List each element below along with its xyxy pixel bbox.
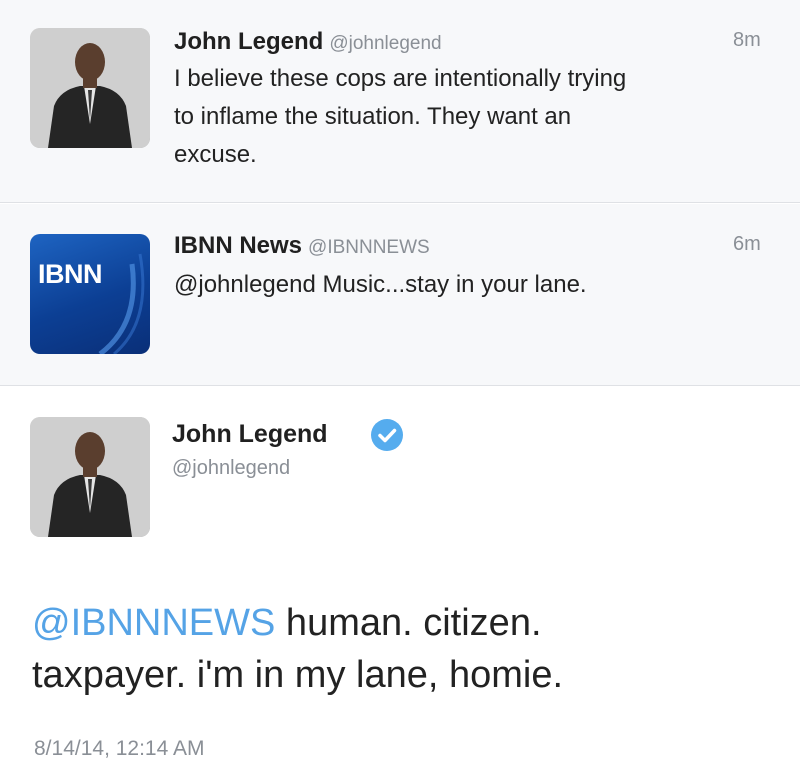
verified-badge-icon — [371, 419, 403, 451]
avatar[interactable] — [30, 417, 150, 537]
author-handle[interactable]: @johnlegend — [329, 33, 441, 54]
detail-author-name[interactable]: John Legend — [172, 420, 328, 449]
tweet-text: @johnlegend Music...stay in your lane. — [174, 271, 587, 298]
detail-text-line: taxpayer. i'm in my lane, homie. — [32, 654, 564, 696]
person-photo-icon — [30, 28, 150, 148]
tweet-text: I believe these cops are intentionally t… — [174, 60, 626, 174]
avatar[interactable] — [30, 28, 150, 148]
tweet-john-legend[interactable]: John Legend @johnlegend 8m I believe thes… — [0, 0, 800, 203]
tweet-author[interactable]: IBNN News @IBNNNEWS — [174, 232, 430, 260]
tweet-author[interactable]: John Legend @johnlegend — [174, 28, 442, 56]
detail-author-handle[interactable]: @johnlegend — [172, 457, 290, 480]
detail-tweet-text: @IBNNNEWS human. citizen. taxpayer. i'm … — [32, 597, 563, 701]
detail-text-line: @IBNNNEWS human. citizen. — [32, 597, 563, 649]
logo-swoosh-icon — [98, 253, 145, 354]
tweet-time: 8m — [733, 29, 761, 51]
tweet-text-line: I believe these cops are intentionally t… — [174, 65, 627, 92]
tweet-time: 6m — [733, 233, 761, 255]
person-photo-icon — [30, 417, 150, 537]
tweet-ibnn-news[interactable]: IBNN IBNN News @IBNNNEWS 6m @johnlegend M… — [0, 204, 800, 386]
ibnn-logo-avatar[interactable]: IBNN — [30, 234, 150, 354]
logo-text: IBNN — [38, 259, 103, 289]
author-name[interactable]: John Legend — [174, 28, 323, 55]
tweet-text-line: excuse. — [174, 141, 257, 168]
author-name[interactable]: IBNN News — [174, 232, 302, 259]
mention-link[interactable]: @IBNNNEWS — [32, 602, 275, 644]
tweet-text-line: to inflame the situation. They want an — [174, 103, 572, 130]
detail-text-rest: human. citizen. — [275, 602, 542, 644]
author-handle[interactable]: @IBNNNEWS — [308, 237, 430, 258]
tweet-timestamp: 8/14/14, 12:14 AM — [34, 737, 205, 760]
